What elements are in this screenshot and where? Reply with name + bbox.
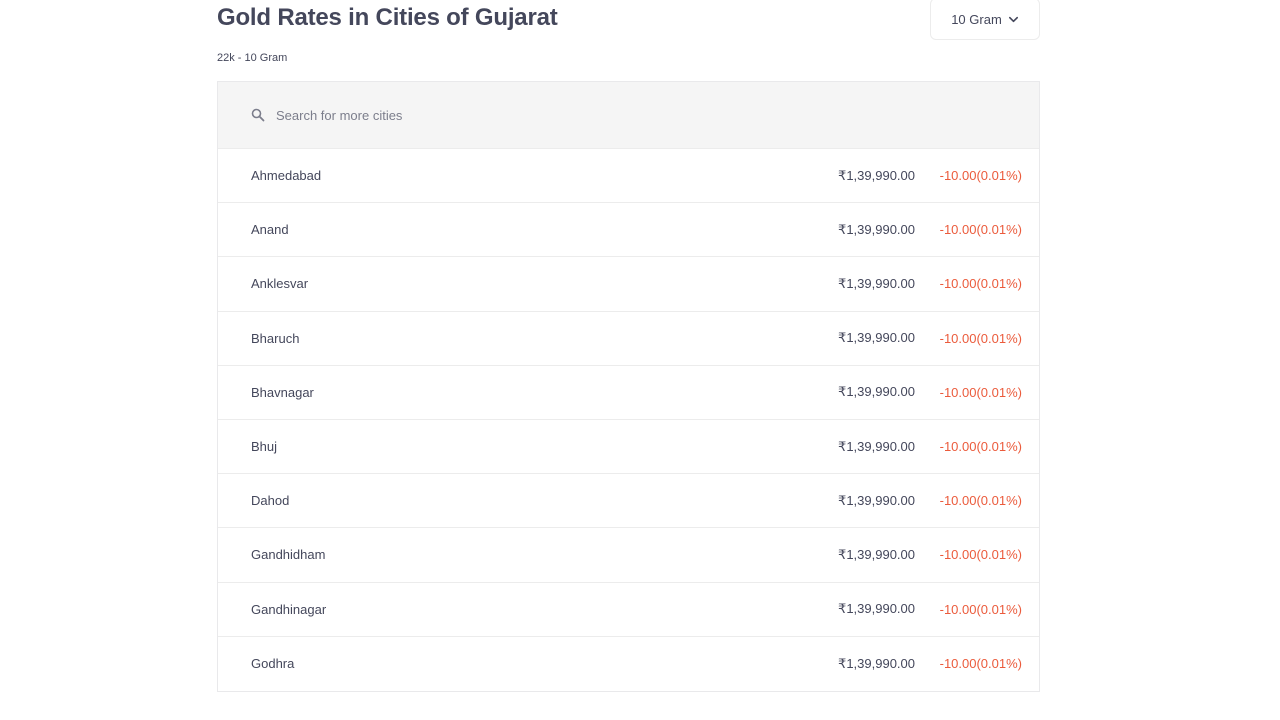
unit-dropdown[interactable]: 10 Gram bbox=[930, 0, 1040, 40]
city-name[interactable]: Dahod bbox=[251, 493, 289, 508]
city-name[interactable]: Bhuj bbox=[251, 439, 277, 454]
city-price: ₹1,39,990.00 bbox=[838, 167, 915, 183]
search-bar[interactable] bbox=[218, 82, 1039, 149]
city-price-change: -10.00(0.01%) bbox=[939, 439, 1022, 455]
city-name[interactable]: Gandhinagar bbox=[251, 602, 326, 617]
city-row[interactable]: Bhavnagar ₹1,39,990.00 -10.00(0.01%) bbox=[218, 366, 1039, 420]
page-title: Gold Rates in Cities of Gujarat bbox=[217, 4, 558, 31]
page-subtitle: 22k - 10 Gram bbox=[217, 52, 288, 64]
city-price: ₹1,39,990.00 bbox=[838, 546, 915, 562]
city-name[interactable]: Ahmedabad bbox=[251, 168, 321, 183]
city-row[interactable]: Dahod ₹1,39,990.00 -10.00(0.01%) bbox=[218, 474, 1039, 529]
city-row[interactable]: Ahmedabad ₹1,39,990.00 -10.00(0.01%) bbox=[218, 149, 1039, 204]
city-price: ₹1,39,990.00 bbox=[838, 330, 915, 346]
city-price: ₹1,39,990.00 bbox=[838, 601, 915, 617]
search-icon bbox=[251, 108, 265, 122]
city-price: ₹1,39,990.00 bbox=[838, 438, 915, 454]
city-price-change: -10.00(0.01%) bbox=[939, 330, 1022, 346]
city-list: Ahmedabad ₹1,39,990.00 -10.00(0.01%) Anand ₹… bbox=[218, 149, 1039, 691]
city-price-change: -10.00(0.01%) bbox=[939, 601, 1022, 617]
city-price-change: -10.00(0.01%) bbox=[939, 384, 1022, 400]
city-name[interactable]: Gandhidham bbox=[251, 547, 325, 562]
city-rates-panel: Ahmedabad ₹1,39,990.00 -10.00(0.01%) Anand ₹… bbox=[217, 81, 1040, 692]
city-price: ₹1,39,990.00 bbox=[838, 221, 915, 237]
city-row[interactable]: Bharuch ₹1,39,990.00 -10.00(0.01%) bbox=[218, 312, 1039, 366]
city-name[interactable]: Godhra bbox=[251, 656, 294, 671]
city-name[interactable]: Anklesvar bbox=[251, 276, 308, 291]
unit-dropdown-value: 10 Gram bbox=[951, 11, 1002, 27]
city-price: ₹1,39,990.00 bbox=[838, 492, 915, 508]
city-row[interactable]: Gandhinagar ₹1,39,990.00 -10.00(0.01%) bbox=[218, 583, 1039, 637]
city-price-change: -10.00(0.01%) bbox=[939, 222, 1022, 238]
chevron-down-icon bbox=[1008, 14, 1019, 25]
city-price-change: -10.00(0.01%) bbox=[939, 168, 1022, 184]
city-name[interactable]: Bharuch bbox=[251, 331, 299, 346]
search-input[interactable] bbox=[276, 100, 676, 130]
city-price-change: -10.00(0.01%) bbox=[939, 276, 1022, 292]
city-row[interactable]: Anand ₹1,39,990.00 -10.00(0.01%) bbox=[218, 203, 1039, 258]
city-name[interactable]: Bhavnagar bbox=[251, 385, 314, 400]
city-row[interactable]: Gandhidham ₹1,39,990.00 -10.00(0.01%) bbox=[218, 528, 1039, 583]
city-name[interactable]: Anand bbox=[251, 222, 289, 237]
city-row[interactable]: Bhuj ₹1,39,990.00 -10.00(0.01%) bbox=[218, 420, 1039, 475]
page-header: Gold Rates in Cities of Gujarat 22k - 10… bbox=[217, 0, 1040, 81]
gold-rates-page: Gold Rates in Cities of Gujarat 22k - 10… bbox=[217, 0, 1040, 692]
city-price-change: -10.00(0.01%) bbox=[939, 547, 1022, 563]
city-price: ₹1,39,990.00 bbox=[838, 275, 915, 291]
city-price-change: -10.00(0.01%) bbox=[939, 493, 1022, 509]
city-price-change: -10.00(0.01%) bbox=[939, 656, 1022, 672]
city-row[interactable]: Godhra ₹1,39,990.00 -10.00(0.01%) bbox=[218, 637, 1039, 691]
city-price: ₹1,39,990.00 bbox=[838, 655, 915, 671]
city-row[interactable]: Anklesvar ₹1,39,990.00 -10.00(0.01%) bbox=[218, 257, 1039, 312]
city-price: ₹1,39,990.00 bbox=[838, 384, 915, 400]
